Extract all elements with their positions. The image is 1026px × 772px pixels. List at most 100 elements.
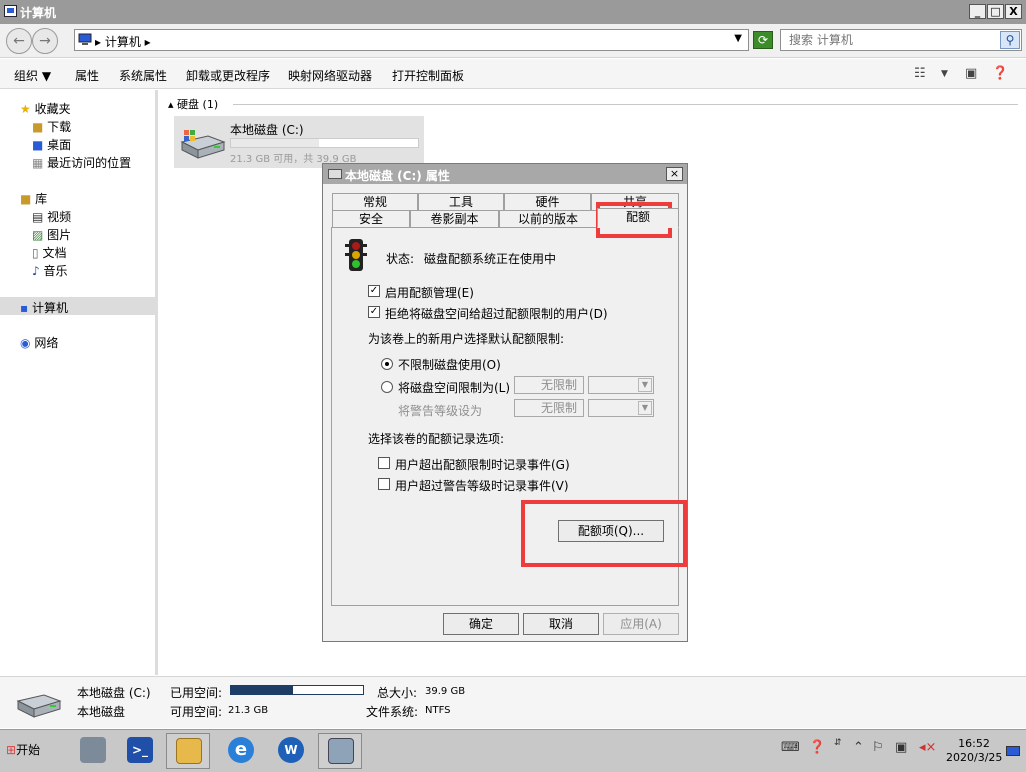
close-button[interactable]: X bbox=[1005, 4, 1022, 19]
nav-documents[interactable]: ▯ 文档 bbox=[32, 244, 66, 261]
taskbar-powershell[interactable]: >_ bbox=[118, 733, 162, 769]
warn-value-input[interactable]: 无限制 bbox=[514, 399, 584, 417]
chevron-down-icon[interactable]: ▼ bbox=[941, 69, 948, 79]
tab-quota[interactable]: 配额 bbox=[597, 208, 679, 228]
nav-downloads[interactable]: ■ 下载 bbox=[32, 118, 71, 135]
limit-to-label[interactable]: 将磁盘空间限制为(L) bbox=[398, 379, 510, 396]
minimize-button[interactable]: _ bbox=[969, 4, 986, 19]
nav-videos[interactable]: ▤ 视频 bbox=[32, 208, 71, 225]
computer-management-icon bbox=[328, 738, 354, 764]
group-header[interactable]: ▴ 硬盘 (1) bbox=[168, 96, 218, 112]
tab-shadow-copies[interactable]: 卷影副本 bbox=[410, 210, 499, 228]
tab-general[interactable]: 常规 bbox=[332, 193, 418, 211]
search-icon[interactable]: ⚲ bbox=[1000, 31, 1020, 49]
cancel-button[interactable]: 取消 bbox=[523, 613, 599, 635]
window-titlebar: 计算机 _ □ X bbox=[0, 0, 1026, 24]
nav-favorites[interactable]: ★ 收藏夹 bbox=[20, 100, 71, 117]
language-switch-icon[interactable]: ⇵ bbox=[834, 738, 842, 748]
nav-libraries[interactable]: ■ 库 bbox=[20, 190, 47, 207]
warn-unit-select[interactable]: ▼ bbox=[588, 399, 654, 417]
window-title: 计算机 bbox=[20, 6, 57, 20]
action-center-flag-icon[interactable]: ⚐ bbox=[872, 740, 884, 755]
taskbar-server-manager[interactable] bbox=[71, 733, 115, 769]
taskbar-computer-mgmt[interactable] bbox=[318, 733, 362, 769]
forward-button[interactable]: → bbox=[32, 28, 58, 54]
back-button[interactable]: ← bbox=[6, 28, 32, 54]
group-divider bbox=[233, 104, 1018, 105]
limit-unit-select[interactable]: ▼ bbox=[588, 376, 654, 394]
system-properties-button[interactable]: 系统属性 bbox=[119, 67, 167, 84]
tab-hardware[interactable]: 硬件 bbox=[504, 193, 591, 211]
folder-icon: ■ bbox=[32, 120, 44, 134]
open-control-panel-button[interactable]: 打开控制面板 bbox=[392, 67, 464, 84]
show-desktop-icon[interactable] bbox=[1006, 746, 1020, 756]
taskbar-ie[interactable]: e bbox=[219, 733, 263, 769]
tab-tools[interactable]: 工具 bbox=[418, 193, 504, 211]
nav-network[interactable]: ◉ 网络 bbox=[20, 334, 58, 351]
nav-network-label: 网络 bbox=[34, 336, 59, 350]
nav-music[interactable]: ♪ 音乐 bbox=[32, 262, 68, 279]
nav-desktop[interactable]: ■ 桌面 bbox=[32, 136, 71, 153]
start-button[interactable]: ⊞开始 bbox=[2, 740, 50, 762]
deny-space-label[interactable]: 拒绝将磁盘空间给超过配额限制的用户(D) bbox=[385, 305, 608, 322]
breadcrumb-computer[interactable]: 计算机 bbox=[105, 35, 141, 49]
limit-value-input[interactable]: 无限制 bbox=[514, 376, 584, 394]
volume-muted-icon[interactable]: ◂× bbox=[919, 740, 936, 755]
details-drive-type: 本地磁盘 bbox=[77, 705, 126, 719]
dialog-close-button[interactable]: × bbox=[666, 167, 683, 181]
restore-button[interactable]: □ bbox=[987, 4, 1004, 19]
clock[interactable]: 16:52 2020/3/25 bbox=[946, 737, 1002, 765]
command-bar: 组织 ▼ 属性 系统属性 卸载或更改程序 映射网络驱动器 打开控制面板 ☷ ▼ … bbox=[0, 59, 1026, 89]
log-over-warn-checkbox[interactable] bbox=[378, 478, 390, 490]
ok-button[interactable]: 确定 bbox=[443, 613, 519, 635]
address-bar-row: ← → ▸ 计算机 ▸ ▼ ⟳ ⚲ bbox=[0, 24, 1026, 58]
log-over-limit-label[interactable]: 用户超出配额限制时记录事件(G) bbox=[395, 456, 570, 473]
enable-quota-checkbox[interactable]: ✓ bbox=[368, 285, 380, 297]
keyboard-icon[interactable]: ⌨ bbox=[781, 740, 800, 755]
taskbar-security-app[interactable]: W bbox=[269, 733, 313, 769]
drive-icon bbox=[328, 169, 342, 179]
no-limit-radio[interactable] bbox=[381, 358, 393, 370]
dialog-titlebar[interactable]: 本地磁盘 (C:) 属性 × bbox=[323, 164, 687, 184]
deny-space-checkbox[interactable]: ✓ bbox=[368, 306, 380, 318]
hard-drive-icon bbox=[16, 694, 62, 718]
preview-pane-icon[interactable]: ▣ bbox=[965, 66, 977, 81]
address-box[interactable]: ▸ 计算机 ▸ ▼ bbox=[74, 29, 749, 51]
show-hidden-icons-icon[interactable]: ⌃ bbox=[853, 740, 864, 755]
clock-time: 16:52 bbox=[958, 737, 990, 750]
nav-downloads-label: 下载 bbox=[47, 120, 72, 134]
no-limit-label[interactable]: 不限制磁盘使用(O) bbox=[398, 356, 501, 373]
chevron-down-icon[interactable]: ▼ bbox=[734, 33, 742, 44]
powershell-icon: >_ bbox=[127, 737, 153, 763]
nav-pictures[interactable]: ▨ 图片 bbox=[32, 226, 71, 243]
organize-button[interactable]: 组织 ▼ bbox=[14, 67, 51, 84]
map-network-drive-button[interactable]: 映射网络驱动器 bbox=[288, 67, 372, 84]
taskbar-explorer[interactable] bbox=[166, 733, 210, 769]
uninstall-program-button[interactable]: 卸载或更改程序 bbox=[186, 67, 270, 84]
view-options-icon[interactable]: ☷ bbox=[914, 66, 926, 81]
limit-to-radio[interactable] bbox=[381, 381, 393, 393]
search-box[interactable]: ⚲ bbox=[780, 29, 1022, 51]
tab-security[interactable]: 安全 bbox=[332, 210, 410, 228]
details-pane: 本地磁盘 (C:) 本地磁盘 已用空间: 可用空间: 21.3 GB 总大小: … bbox=[0, 676, 1026, 728]
help-icon[interactable]: ❓ bbox=[809, 740, 825, 755]
log-over-warn-label[interactable]: 用户超过警告等级时记录事件(V) bbox=[395, 477, 569, 494]
breadcrumb[interactable]: ▸ 计算机 ▸ bbox=[95, 33, 151, 50]
organize-label: 组织 bbox=[14, 69, 39, 83]
server-manager-icon bbox=[80, 737, 106, 763]
tab-previous-versions[interactable]: 以前的版本 bbox=[499, 210, 597, 228]
apply-button[interactable]: 应用(A) bbox=[603, 613, 679, 635]
details-used-fill bbox=[231, 686, 294, 694]
network-status-icon[interactable]: ▣ bbox=[895, 740, 907, 755]
nav-computer[interactable]: ▪ 计算机 bbox=[20, 299, 68, 316]
help-icon[interactable]: ❓ bbox=[992, 66, 1008, 81]
enable-quota-label[interactable]: 启用配额管理(E) bbox=[385, 284, 474, 301]
group-header-label: 硬盘 (1) bbox=[177, 98, 219, 111]
properties-button[interactable]: 属性 bbox=[75, 67, 99, 84]
refresh-icon[interactable]: ⟳ bbox=[753, 31, 773, 49]
details-used-bar bbox=[230, 685, 364, 695]
search-input[interactable] bbox=[781, 30, 999, 50]
log-over-limit-checkbox[interactable] bbox=[378, 457, 390, 469]
traffic-light-icon bbox=[345, 239, 367, 271]
nav-recent[interactable]: ▦ 最近访问的位置 bbox=[32, 154, 131, 171]
